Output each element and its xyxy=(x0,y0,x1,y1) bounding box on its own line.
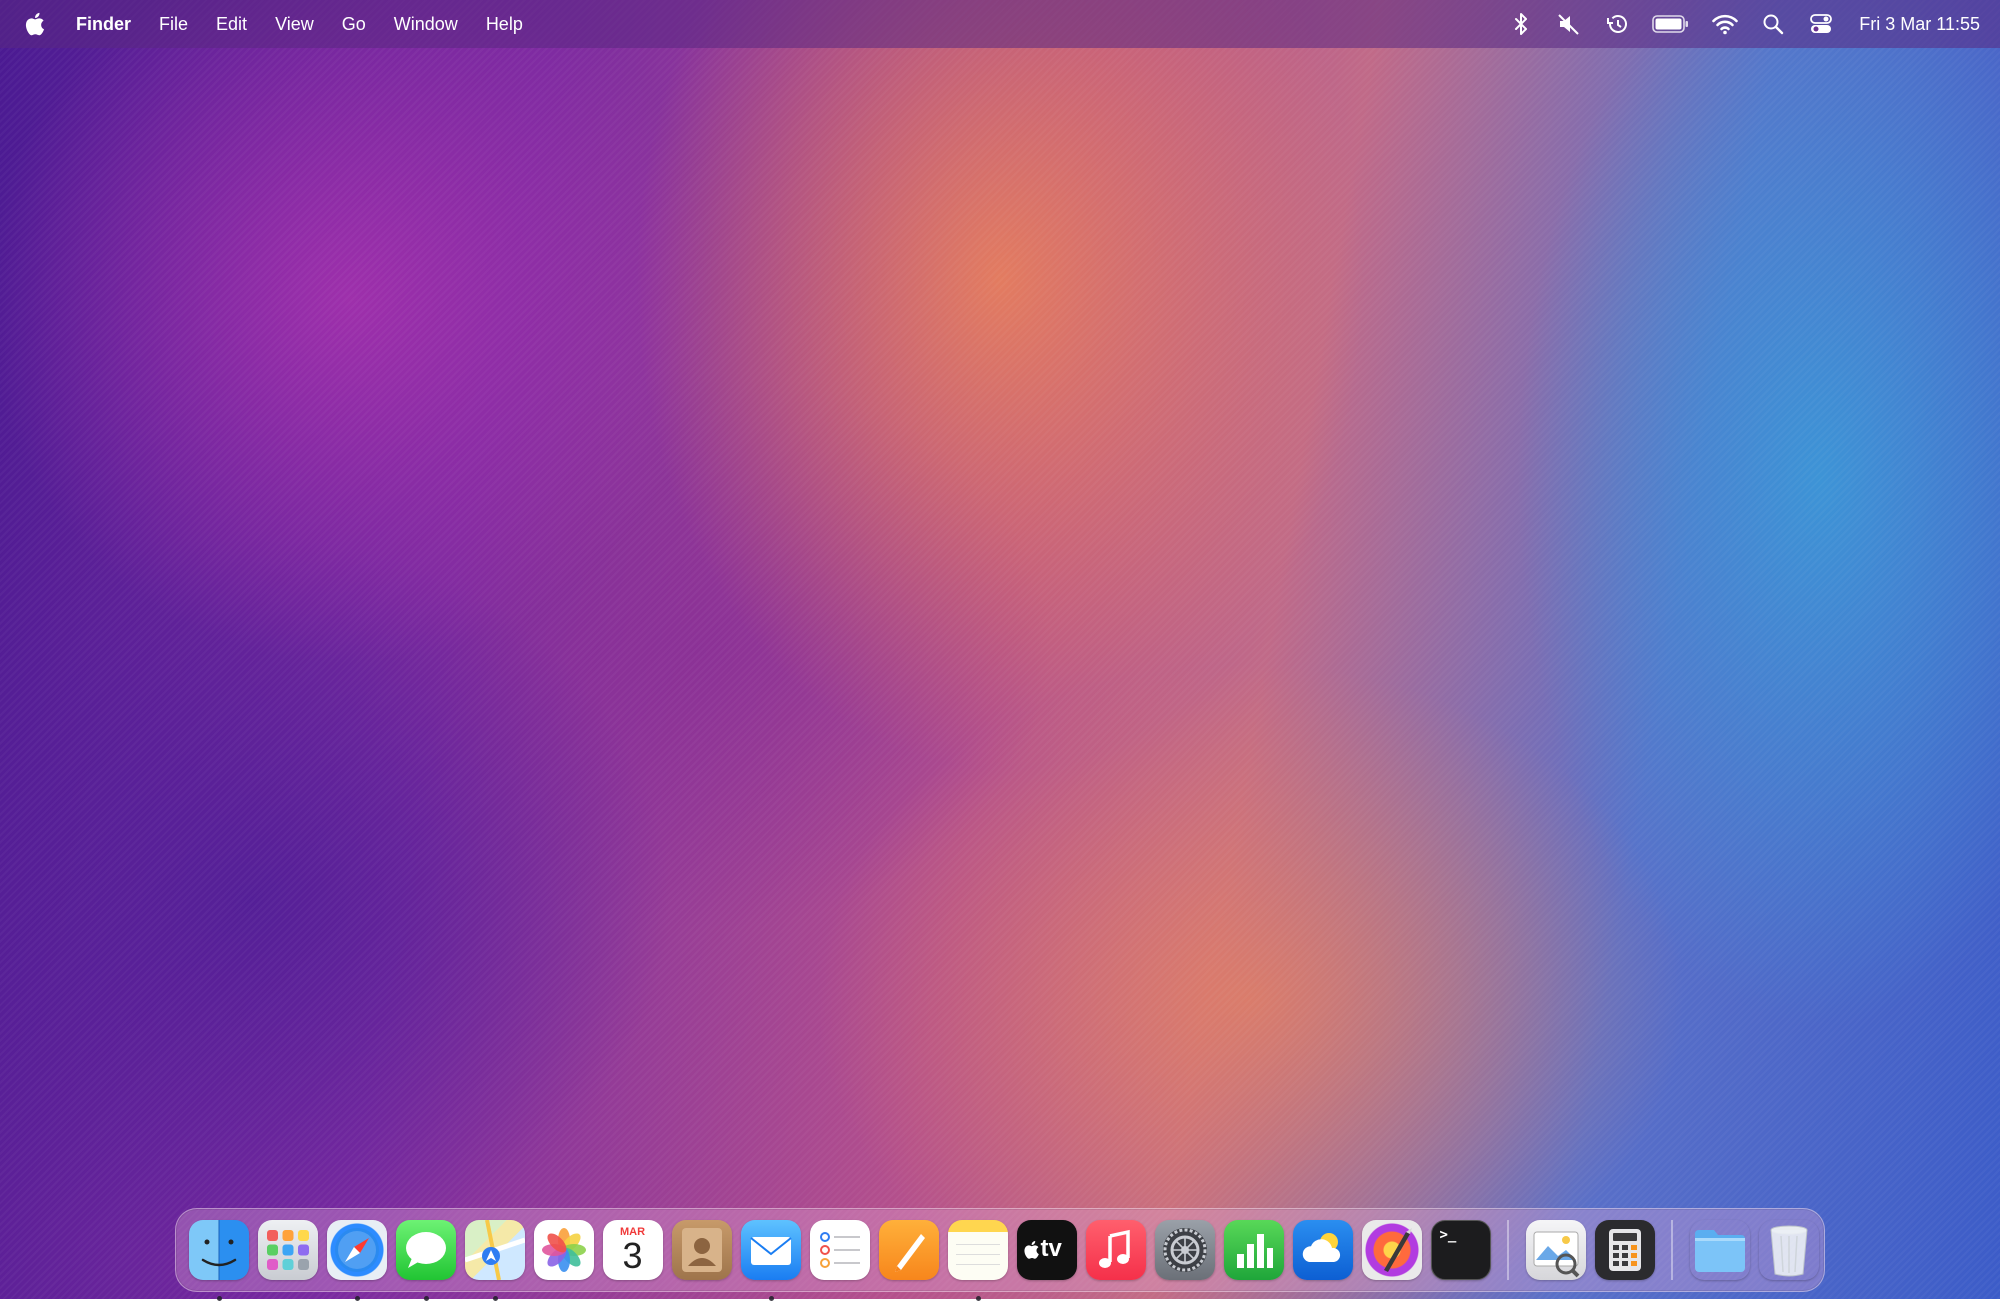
calculator-icon xyxy=(1594,1220,1655,1280)
control-center-icon[interactable] xyxy=(1807,10,1835,38)
dock-item-downloads-stack[interactable] xyxy=(1690,1220,1750,1280)
apple-menu-icon[interactable] xyxy=(22,11,48,37)
dock-item-music[interactable] xyxy=(1085,1220,1146,1280)
reminders-icon xyxy=(809,1220,870,1280)
preview-icon xyxy=(1525,1220,1586,1280)
menu-bar-clock[interactable]: Fri 3 Mar 11:55 xyxy=(1859,14,1980,35)
photos-icon xyxy=(533,1220,594,1280)
menu-window[interactable]: Window xyxy=(380,0,472,48)
terminal-prompt-label: >_ xyxy=(1439,1227,1457,1243)
menu-edit[interactable]: Edit xyxy=(202,0,261,48)
dock-item-pages[interactable] xyxy=(878,1220,939,1280)
maps-icon xyxy=(464,1220,525,1280)
pixelmator-icon xyxy=(1361,1220,1422,1280)
music-icon xyxy=(1085,1220,1146,1280)
dock-item-photos[interactable] xyxy=(533,1220,594,1280)
dock-item-tv[interactable]: tv xyxy=(1016,1220,1077,1280)
wifi-icon[interactable] xyxy=(1711,10,1739,38)
dock-item-weather[interactable] xyxy=(1292,1220,1353,1280)
terminal-icon: >_ xyxy=(1430,1220,1491,1280)
battery-icon[interactable] xyxy=(1651,10,1691,38)
menu-view[interactable]: View xyxy=(261,0,328,48)
dock-item-calendar[interactable]: MAR 3 xyxy=(602,1220,663,1280)
tv-label: tv xyxy=(1040,1235,1062,1262)
dock-item-terminal[interactable]: >_ xyxy=(1430,1220,1491,1280)
menu-go[interactable]: Go xyxy=(328,0,380,48)
numbers-icon xyxy=(1223,1220,1284,1280)
launchpad-icon xyxy=(257,1220,318,1280)
menu-bar: Finder File Edit View Go Window Help Fri… xyxy=(0,0,2000,48)
dock-item-preview[interactable] xyxy=(1525,1220,1586,1280)
dock-item-notes[interactable] xyxy=(947,1220,1008,1301)
dock-item-contacts[interactable] xyxy=(671,1220,732,1280)
dock-item-mail[interactable] xyxy=(740,1220,801,1301)
muted-speaker-icon[interactable] xyxy=(1555,10,1583,38)
dock-item-messages[interactable] xyxy=(395,1220,456,1301)
dock-item-numbers[interactable] xyxy=(1223,1220,1284,1280)
dock-item-safari[interactable] xyxy=(326,1220,387,1301)
folder-icon xyxy=(1690,1220,1750,1280)
system-settings-icon xyxy=(1154,1220,1215,1280)
dock-item-pixelmator[interactable] xyxy=(1361,1220,1422,1280)
dock-item-trash[interactable] xyxy=(1759,1220,1819,1280)
bluetooth-icon[interactable] xyxy=(1507,10,1535,38)
messages-icon xyxy=(395,1220,456,1280)
desktop-wallpaper xyxy=(0,0,2000,1299)
menu-help[interactable]: Help xyxy=(472,0,537,48)
apple-tv-icon: tv xyxy=(1016,1220,1077,1280)
safari-icon xyxy=(326,1220,387,1280)
dock-separator xyxy=(1507,1220,1509,1280)
dock-item-maps[interactable] xyxy=(464,1220,525,1301)
time-machine-icon[interactable] xyxy=(1603,10,1631,38)
dock-item-finder[interactable] xyxy=(188,1220,249,1301)
dock-item-system-settings[interactable] xyxy=(1154,1220,1215,1280)
finder-icon xyxy=(188,1220,249,1280)
menu-file[interactable]: File xyxy=(145,0,202,48)
mail-icon xyxy=(740,1220,801,1280)
menu-app-finder[interactable]: Finder xyxy=(68,0,145,48)
dock-item-calculator[interactable] xyxy=(1594,1220,1655,1280)
trash-icon xyxy=(1759,1220,1819,1280)
calendar-icon: MAR 3 xyxy=(602,1220,663,1280)
pages-icon xyxy=(878,1220,939,1280)
dock-separator xyxy=(1671,1220,1673,1280)
notes-icon xyxy=(947,1220,1008,1280)
calendar-day-label: 3 xyxy=(622,1235,643,1276)
contacts-icon xyxy=(671,1220,732,1280)
weather-icon xyxy=(1292,1220,1353,1280)
dock: MAR 3 tv >_ xyxy=(175,1208,1825,1301)
spotlight-search-icon[interactable] xyxy=(1759,10,1787,38)
dock-item-reminders[interactable] xyxy=(809,1220,870,1280)
dock-item-launchpad[interactable] xyxy=(257,1220,318,1280)
